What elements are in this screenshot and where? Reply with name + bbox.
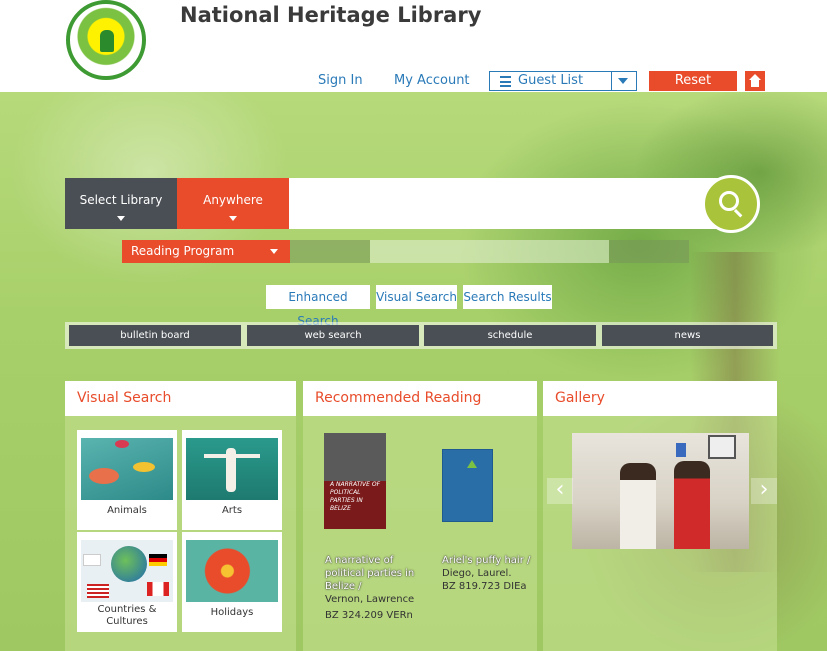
guest-list-dropdown[interactable]: Guest List bbox=[489, 71, 637, 91]
flag-shape bbox=[676, 443, 686, 457]
search-icon-handle bbox=[733, 209, 743, 218]
logo-palm bbox=[100, 30, 114, 52]
select-library-dropdown[interactable]: Select Library bbox=[65, 178, 177, 229]
search-scope-label: Anywhere bbox=[203, 193, 263, 207]
canada-flag-shape bbox=[147, 582, 169, 596]
book-entry[interactable]: A narrative of political parties in Beli… bbox=[325, 554, 425, 622]
home-button[interactable] bbox=[745, 71, 765, 91]
panel-title: Recommended Reading bbox=[303, 381, 537, 416]
quick-link-bulletin-board[interactable]: bulletin board bbox=[69, 325, 241, 346]
site-header: National Heritage Library Sign In My Acc… bbox=[0, 0, 827, 92]
book-author: Vernon, Lawrence bbox=[325, 594, 415, 605]
arts-image bbox=[186, 438, 278, 500]
person-shape bbox=[674, 461, 710, 549]
tile-label: Animals bbox=[107, 505, 147, 516]
book-entry[interactable]: Ariel's puffy hair / Diego, Laurel. BZ 8… bbox=[442, 554, 532, 593]
panel-body: A NARRATIVE OF POLITICAL PARTIES IN BELI… bbox=[303, 416, 537, 651]
picture-frame-shape bbox=[708, 435, 736, 459]
gallery-panel: Gallery ‹ › bbox=[543, 381, 777, 651]
book-cover-text: A NARRATIVE OF POLITICAL PARTIES IN BELI… bbox=[330, 481, 381, 512]
octopus-shape bbox=[89, 468, 119, 484]
chevron-down-icon bbox=[270, 249, 278, 254]
sign-in-link[interactable]: Sign In bbox=[318, 73, 363, 88]
person-shape bbox=[620, 463, 656, 549]
search-icon bbox=[719, 191, 739, 211]
book-author: Diego, Laurel. bbox=[442, 568, 512, 579]
dancer-arms-shape bbox=[204, 454, 260, 458]
book-cover[interactable]: A NARRATIVE OF POLITICAL PARTIES IN BELI… bbox=[324, 433, 386, 529]
fish-shape bbox=[115, 440, 129, 448]
tab-visual-search[interactable]: Visual Search bbox=[376, 285, 457, 309]
library-logo[interactable] bbox=[66, 0, 146, 80]
filter-slot-3[interactable] bbox=[609, 240, 689, 263]
gallery-next-button[interactable]: › bbox=[751, 478, 777, 504]
arrow-icon bbox=[467, 460, 477, 468]
filter-slot-2[interactable] bbox=[370, 240, 609, 263]
globe-shape bbox=[111, 546, 147, 582]
search-button[interactable] bbox=[702, 175, 760, 233]
home-icon-base bbox=[751, 80, 759, 87]
gallery-photo[interactable] bbox=[572, 433, 749, 549]
filter-slot-1[interactable] bbox=[290, 240, 370, 263]
book-call-number: BZ 324.209 VERn bbox=[325, 610, 413, 621]
book-call-number: BZ 819.723 DIEa bbox=[442, 581, 527, 592]
panel-body: ‹ › bbox=[543, 416, 777, 651]
countries-image bbox=[81, 540, 173, 602]
usa-flag-shape bbox=[87, 584, 109, 598]
reset-button[interactable]: Reset bbox=[649, 71, 737, 91]
tile-animals[interactable]: Animals bbox=[77, 430, 177, 530]
book-cover[interactable] bbox=[442, 449, 493, 522]
select-library-label: Select Library bbox=[79, 193, 163, 207]
fish-shape bbox=[133, 462, 155, 472]
list-icon bbox=[500, 76, 511, 87]
book-title: Ariel's puffy hair / bbox=[442, 555, 531, 566]
chevron-down-icon bbox=[117, 216, 125, 221]
search-input[interactable] bbox=[289, 178, 729, 229]
panel-title: Visual Search bbox=[65, 381, 296, 416]
reading-program-label: Reading Program bbox=[131, 244, 235, 258]
japan-flag-shape bbox=[83, 554, 101, 566]
book-title: A narrative of political parties in Beli… bbox=[325, 555, 415, 592]
my-account-link[interactable]: My Account bbox=[394, 73, 470, 88]
quick-link-schedule[interactable]: schedule bbox=[424, 325, 596, 346]
animals-image bbox=[81, 438, 173, 500]
tile-arts[interactable]: Arts bbox=[182, 430, 282, 530]
chevron-down-icon[interactable] bbox=[618, 78, 628, 84]
recommended-reading-panel: Recommended Reading A NARRATIVE OF POLIT… bbox=[303, 381, 537, 651]
tile-holidays[interactable]: Holidays bbox=[182, 532, 282, 632]
tile-label: Holidays bbox=[210, 607, 254, 618]
tile-label: Countries & Cultures bbox=[97, 604, 157, 627]
panel-title: Gallery bbox=[543, 381, 777, 416]
holidays-image bbox=[186, 540, 278, 602]
site-title: National Heritage Library bbox=[180, 3, 482, 27]
tab-enhanced-search[interactable]: Enhanced Search bbox=[266, 285, 370, 328]
quick-link-web-search[interactable]: web search bbox=[247, 325, 419, 346]
reading-program-dropdown[interactable]: Reading Program bbox=[122, 240, 290, 263]
germany-flag-shape bbox=[149, 554, 167, 566]
chevron-down-icon bbox=[229, 216, 237, 221]
panel-body: Animals Arts Countries & Cultures Holida… bbox=[65, 416, 296, 651]
tile-label: Arts bbox=[221, 505, 243, 516]
tab-search-results[interactable]: Search Results bbox=[463, 285, 552, 309]
search-scope-dropdown[interactable]: Anywhere bbox=[177, 178, 289, 229]
quick-link-news[interactable]: news bbox=[602, 325, 773, 346]
guest-list-label: Guest List bbox=[518, 73, 584, 88]
dropdown-divider bbox=[611, 72, 612, 90]
tile-countries-cultures[interactable]: Countries & Cultures bbox=[77, 532, 177, 632]
visual-search-panel: Visual Search Animals Arts Countries & C… bbox=[65, 381, 296, 651]
gallery-prev-button[interactable]: ‹ bbox=[547, 478, 573, 504]
